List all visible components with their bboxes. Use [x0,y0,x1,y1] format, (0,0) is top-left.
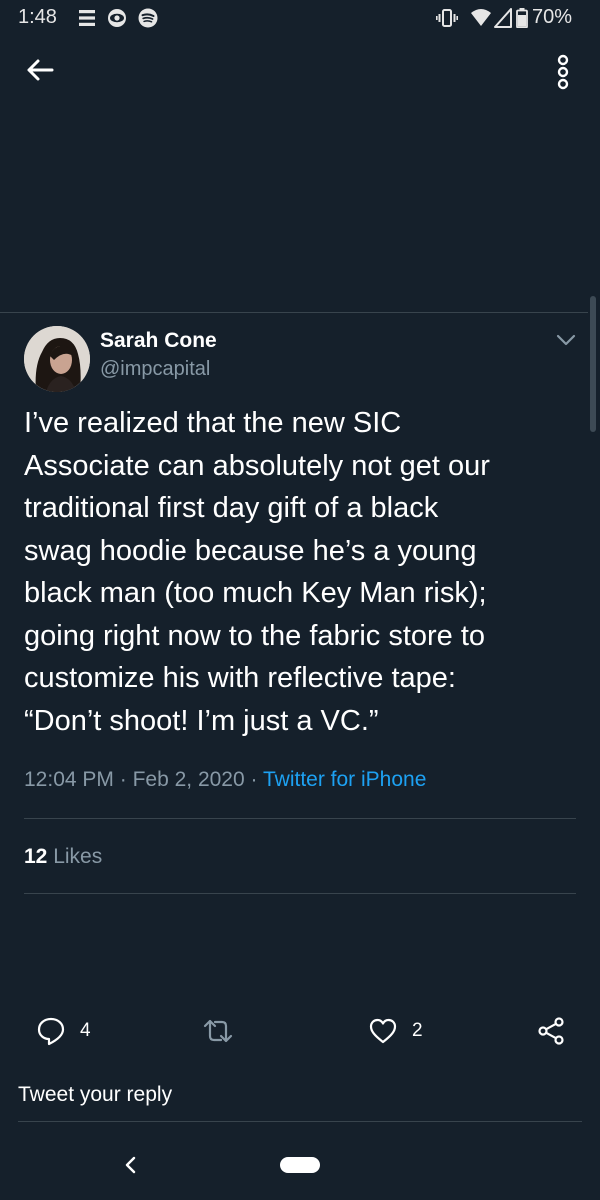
more-options-icon[interactable] [548,52,578,92]
wifi-icon [471,9,491,26]
author-handle[interactable]: @impcapital [100,358,210,381]
author-name[interactable]: Sarah Cone [100,329,217,353]
like-count: 2 [412,1020,423,1041]
news-icon [79,10,95,26]
meta-separator: · [119,768,127,791]
scrollbar[interactable] [590,296,596,432]
reply-icon [37,1017,65,1046]
retweet-icon [203,1019,233,1043]
heart-icon [369,1018,397,1044]
vibrate-icon [436,9,458,27]
status-bar: 1:48 70% [0,0,600,38]
divider [24,818,576,819]
avatar[interactable] [24,326,90,392]
signal-icon [494,8,512,28]
spotify-icon [138,8,158,28]
status-time: 1:48 [18,6,57,28]
battery-percent: 70% [532,6,573,28]
avatar-image [24,326,90,392]
chevron-down-icon[interactable] [552,330,580,350]
battery-icon [516,8,528,28]
eye-icon [108,9,126,27]
back-arrow-icon[interactable] [22,52,58,88]
tweet-meta: 12:04 PM · Feb 2, 2020 · Twitter for iPh… [24,768,426,792]
tweet-source-link[interactable]: Twitter for iPhone [263,768,426,791]
meta-separator: · [250,768,258,791]
tweet-text: I’ve realized that the new SIC Associate… [24,407,490,737]
tweet-date: Feb 2, 2020 [132,768,245,791]
reply-button[interactable]: 4 [36,1016,91,1046]
nav-home-pill[interactable] [280,1157,320,1173]
likes-label: Likes [53,845,103,868]
like-button[interactable]: 2 [368,1016,423,1046]
tweet-time: 12:04 PM [24,768,114,791]
retweet-button[interactable] [202,1016,234,1046]
nav-back-icon[interactable] [120,1150,140,1180]
divider [24,893,576,894]
likes-count: 12 [24,845,48,868]
reply-input[interactable]: Tweet your reply [18,1083,172,1107]
reply-count: 4 [80,1020,91,1041]
share-icon [538,1017,564,1045]
share-button[interactable] [536,1016,566,1046]
header-divider [0,312,588,313]
likes-summary[interactable]: 12 Likes [24,845,102,869]
divider [18,1121,582,1122]
